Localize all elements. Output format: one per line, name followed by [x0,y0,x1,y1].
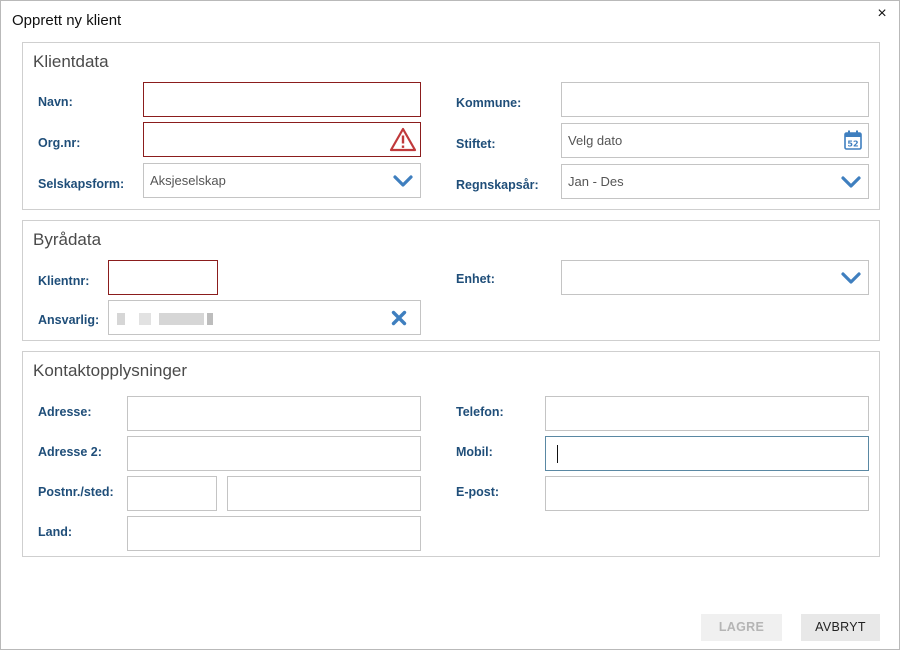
epost-input[interactable] [545,476,869,511]
label-selskapsform: Selskapsform: [38,177,125,191]
dialog-title: Opprett ny klient [12,12,122,29]
mobil-input[interactable] [545,436,869,471]
regnskapsar-value: Jan - Des [568,174,624,189]
stiftet-placeholder: Velg dato [568,133,623,148]
warning-icon [389,127,417,152]
calendar-icon[interactable]: 52 [844,130,862,150]
label-enhet: Enhet: [456,272,495,286]
save-button[interactable]: LAGRE [701,614,782,641]
land-input[interactable] [127,516,421,551]
redacted-name [117,313,125,325]
section-title-kontakt: Kontaktopplysninger [33,361,188,380]
orgnr-input[interactable] [143,122,421,157]
clear-icon[interactable] [391,310,407,326]
label-stiftet: Stiftet: [456,137,496,151]
calendar-day-text: 52 [847,140,858,149]
label-klientnr: Klientnr: [38,274,90,288]
label-kommune: Kommune: [456,96,522,110]
telefon-input[interactable] [545,396,869,431]
label-land: Land: [38,525,73,539]
adresse-input[interactable] [127,396,421,431]
kommune-input[interactable] [561,82,869,117]
navn-input[interactable] [143,82,421,117]
label-orgnr: Org.nr: [38,136,81,150]
label-epost: E-post: [456,485,500,499]
chevron-down-icon [841,272,861,284]
cancel-button[interactable]: AVBRYT [801,614,880,641]
close-icon[interactable]: × [873,5,891,23]
label-postnr: Postnr./sted: [38,485,114,499]
postnr-input[interactable] [127,476,217,511]
redacted-name [139,313,151,325]
selskapsform-select[interactable]: Aksjeselskap [143,163,421,198]
regnskapsar-select[interactable]: Jan - Des [561,164,869,199]
selskapsform-value: Aksjeselskap [150,173,226,188]
section-title-byradata: Byrådata [33,230,102,249]
redacted-name [159,313,204,325]
text-cursor [557,445,558,463]
create-client-dialog: Opprett ny klient × Klientdata Navn: Org… [0,0,900,650]
label-mobil: Mobil: [456,445,493,459]
poststed-input[interactable] [227,476,421,511]
label-telefon: Telefon: [456,405,504,419]
label-adresse: Adresse: [38,405,92,419]
stiftet-datepicker[interactable]: Velg dato 52 [561,123,869,158]
label-ansvarlig: Ansvarlig: [38,313,100,327]
chevron-down-icon [393,175,413,187]
enhet-select[interactable] [561,260,869,295]
redacted-name [207,313,213,325]
adresse2-input[interactable] [127,436,421,471]
klientnr-input[interactable] [108,260,218,295]
section-title-klientdata: Klientdata [33,52,109,71]
ansvarlig-select[interactable] [108,300,421,335]
label-navn: Navn: [38,95,73,109]
label-adresse2: Adresse 2: [38,445,102,459]
label-regnskapsar: Regnskapsår: [456,178,539,192]
chevron-down-icon [841,176,861,188]
